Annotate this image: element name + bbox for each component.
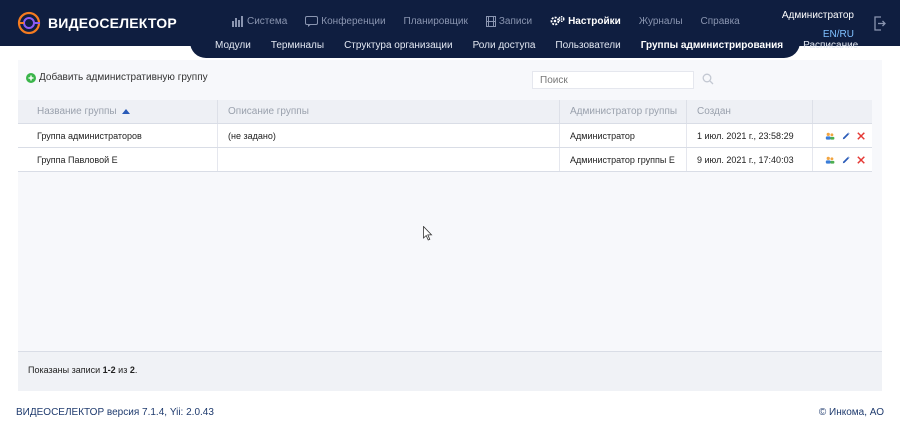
- subnav-item-schedule[interactable]: Расписание: [803, 40, 858, 51]
- cell-group-description: [218, 148, 560, 171]
- chat-icon: [305, 15, 319, 27]
- subnav-item-admin-groups[interactable]: Группы администрирования: [641, 40, 783, 51]
- nav-label: Записи: [498, 15, 533, 27]
- delete-icon[interactable]: [857, 131, 865, 141]
- sub-nav: Модули Терминалы Структура организации Р…: [215, 40, 878, 51]
- row-actions: [813, 148, 872, 171]
- copyright: © Инкома, АО: [818, 407, 884, 418]
- nav-item-settings[interactable]: Настройки: [550, 15, 621, 27]
- plus-circle-icon: [26, 72, 36, 83]
- nav-item-system[interactable]: Система: [232, 15, 288, 27]
- cell-group-name: Группа Павловой Е: [18, 148, 218, 171]
- nav-item-logs[interactable]: Журналы: [639, 16, 683, 27]
- nav-item-conferences[interactable]: Конференции: [305, 15, 386, 27]
- logo-icon: [17, 11, 41, 35]
- bar-chart-icon: [232, 15, 243, 27]
- row-actions: [813, 124, 872, 147]
- add-group-label: Добавить административную группу: [39, 72, 208, 83]
- cell-group-admin: Администратор: [560, 124, 687, 147]
- cell-group-name: Группа администраторов: [18, 124, 218, 147]
- nav-item-help[interactable]: Справка: [701, 16, 740, 27]
- table-row: Группа администраторов (не задано) Админ…: [18, 124, 872, 148]
- main-panel: Добавить административную группу Названи…: [18, 60, 882, 391]
- app-version: ВИДЕОСЕЛЕКТОР версия 7.1.4, Yii: 2.0.43: [16, 407, 214, 418]
- delete-icon[interactable]: [857, 155, 865, 165]
- main-nav: Система Конференции Планировщик Записи Н…: [232, 15, 758, 27]
- sort-asc-icon: [121, 109, 130, 114]
- records-summary: Показаны записи 1-2 из 2.: [28, 365, 138, 375]
- app-logo[interactable]: ВИДЕОСЕЛЕКТОР: [16, 10, 177, 36]
- edit-pencil-icon[interactable]: [842, 131, 850, 141]
- logo-text: ВИДЕОСЕЛЕКТОР: [48, 15, 177, 31]
- nav-item-records[interactable]: Записи: [485, 15, 533, 27]
- column-header-actions: [813, 100, 872, 123]
- cell-group-description: (не задано): [218, 124, 560, 147]
- toolbar: Добавить административную группу: [18, 60, 882, 98]
- nav-label: Конференции: [321, 15, 386, 27]
- users-icon[interactable]: [825, 131, 835, 141]
- nav-label: Настройки: [568, 15, 621, 27]
- subnav-item-terminals[interactable]: Терминалы: [271, 40, 324, 51]
- groups-table: Название группы Описание группы Админист…: [18, 100, 872, 172]
- cell-group-admin: Администратор группы Е: [560, 148, 687, 171]
- pagination-bar: Показаны записи 1-2 из 2.: [18, 351, 882, 391]
- add-group-button[interactable]: Добавить административную группу: [26, 72, 208, 83]
- nav-label: Журналы: [638, 15, 683, 27]
- column-header-admin[interactable]: Администратор группы: [560, 100, 687, 123]
- users-icon[interactable]: [825, 155, 835, 165]
- film-icon: [485, 15, 496, 27]
- column-header-description[interactable]: Описание группы: [218, 100, 560, 123]
- column-header-created[interactable]: Создан: [687, 100, 813, 123]
- nav-label: Справка: [700, 15, 740, 27]
- cell-created: 1 июл. 2021 г., 23:58:29: [687, 124, 813, 147]
- logout-icon: [874, 16, 886, 31]
- nav-label: Планировщик: [403, 15, 468, 27]
- mouse-cursor-icon: [423, 226, 433, 241]
- subnav-item-access-roles[interactable]: Роли доступа: [473, 40, 536, 51]
- search-icon: [702, 73, 714, 85]
- table-header: Название группы Описание группы Админист…: [18, 100, 872, 124]
- cell-created: 9 июл. 2021 г., 17:40:03: [687, 148, 813, 171]
- subnav-item-users[interactable]: Пользователи: [555, 40, 620, 51]
- gears-icon: [550, 15, 565, 26]
- table-row: Группа Павловой Е Администратор группы Е…: [18, 148, 872, 172]
- nav-label: Система: [247, 15, 288, 27]
- logout-button[interactable]: [874, 16, 886, 34]
- subnav-item-org-structure[interactable]: Структура организации: [344, 40, 453, 51]
- column-header-name[interactable]: Название группы: [18, 100, 218, 123]
- subnav-item-modules[interactable]: Модули: [215, 40, 251, 51]
- language-switch[interactable]: EN/RU: [823, 29, 854, 40]
- user-name[interactable]: Администратор: [782, 10, 854, 21]
- nav-item-scheduler[interactable]: Планировщик: [404, 16, 468, 27]
- search-input[interactable]: [532, 71, 694, 89]
- edit-pencil-icon[interactable]: [842, 155, 850, 165]
- search-button[interactable]: [702, 73, 714, 88]
